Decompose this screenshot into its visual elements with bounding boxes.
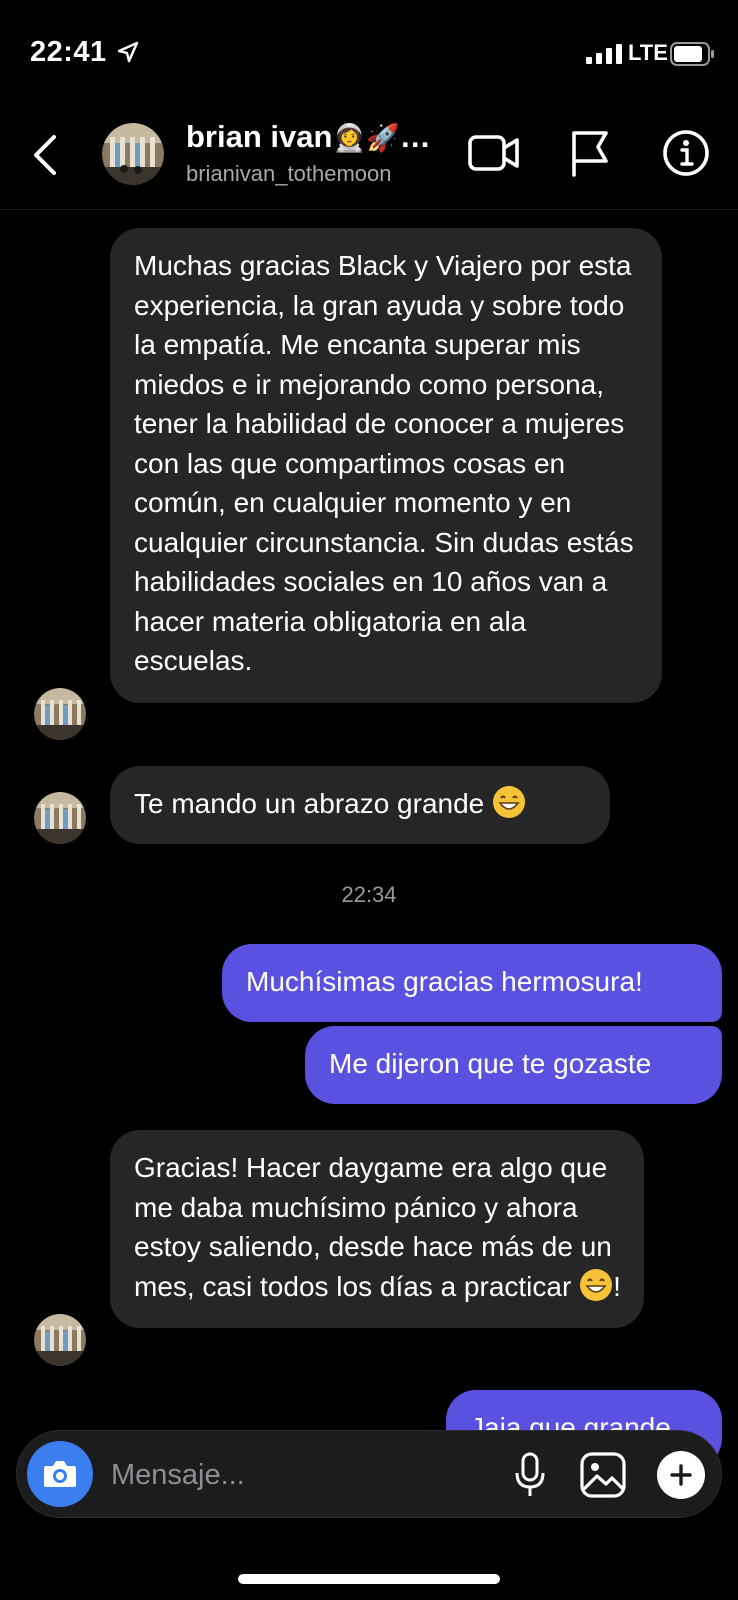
- message-text: Gracias! Hacer daygame era algo que me d…: [134, 1152, 612, 1302]
- message-bubble[interactable]: Me dijeron que te gozaste: [305, 1026, 722, 1104]
- avatar[interactable]: [34, 792, 86, 844]
- home-indicator[interactable]: [238, 1574, 500, 1584]
- contact-name-ellipsis: …: [399, 119, 431, 154]
- message-text: Muchas gracias Black y Viajero por esta …: [134, 250, 634, 676]
- avatar[interactable]: [102, 123, 164, 185]
- photo-gallery-icon[interactable]: [579, 1451, 627, 1499]
- contact-username: brianivan_tothemoon: [186, 161, 392, 186]
- message-bubble[interactable]: Gracias! Hacer daygame era algo que me d…: [110, 1130, 644, 1328]
- chat-header: brian ivan👩‍🚀🚀… brianivan_tothemoon: [0, 105, 738, 210]
- message-bubble[interactable]: Muchas gracias Black y Viajero por esta …: [110, 228, 662, 703]
- avatar[interactable]: [34, 688, 86, 740]
- flag-icon[interactable]: [570, 129, 612, 177]
- contact-name-text: brian ivan: [186, 119, 333, 154]
- avatar[interactable]: [34, 1314, 86, 1366]
- message-suffix: !: [613, 1270, 621, 1302]
- message-bubble[interactable]: Muchísimas gracias hermosura!: [222, 944, 722, 1022]
- info-icon[interactable]: [662, 129, 710, 177]
- grinning-face-icon: [493, 786, 526, 818]
- camera-button[interactable]: [27, 1441, 93, 1507]
- network-label: LTE: [628, 40, 668, 65]
- timestamp: 22:34: [341, 882, 397, 907]
- status-time: 22:41: [30, 36, 107, 68]
- microphone-icon[interactable]: [513, 1451, 547, 1499]
- signal-bars-icon: [586, 44, 622, 64]
- back-chevron-icon[interactable]: [30, 133, 60, 177]
- camera-icon: [44, 1461, 76, 1487]
- contact-name[interactable]: brian ivan👩‍🚀🚀…: [186, 119, 431, 155]
- video-call-icon[interactable]: [468, 131, 520, 175]
- plus-icon: [670, 1464, 692, 1486]
- message-bubble[interactable]: Te mando un abrazo grande: [110, 766, 610, 844]
- message-input[interactable]: [111, 1455, 471, 1495]
- message-composer: [16, 1430, 722, 1518]
- add-button[interactable]: [657, 1451, 705, 1499]
- contact-name-emoji: 👩‍🚀🚀: [332, 123, 400, 153]
- grinning-face-icon: [580, 1268, 613, 1301]
- message-text: Te mando un abrazo grande: [134, 788, 485, 819]
- battery-icon: [670, 42, 714, 66]
- message-text: Me dijeron que te gozaste: [329, 1048, 652, 1079]
- status-bar: 22:41 LTE: [0, 0, 738, 105]
- message-text: Muchísimas gracias hermosura!: [246, 966, 643, 997]
- location-arrow-icon: [117, 41, 139, 63]
